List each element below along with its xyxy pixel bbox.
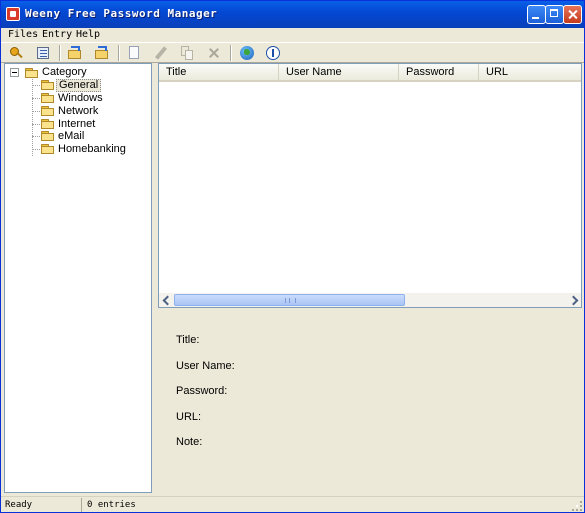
entry-count: 0 entries (87, 500, 136, 510)
horizontal-scrollbar[interactable] (159, 293, 581, 307)
detail-title-label: Title: (176, 334, 200, 346)
tree-connector (32, 136, 40, 137)
app-icon (6, 7, 20, 21)
title-bar[interactable]: Weeny Free Password Manager (1, 1, 584, 28)
maximize-button[interactable] (545, 5, 564, 24)
tree-connector (32, 149, 40, 150)
vertical-splitter[interactable] (155, 63, 157, 493)
column-header-user-name[interactable]: User Name (279, 64, 399, 80)
tree-item-homebanking[interactable]: Homebanking (32, 143, 142, 156)
entry-list[interactable]: Title User Name Password URL (158, 63, 582, 308)
folder-icon (41, 106, 54, 116)
folder-icon (41, 131, 54, 141)
detail-url-label: URL: (176, 411, 202, 423)
column-header-url[interactable]: URL (479, 64, 581, 80)
import-icon[interactable] (67, 45, 83, 61)
tree-item-windows[interactable]: Windows (32, 92, 142, 105)
tree-item-label: eMail (58, 130, 85, 142)
key-icon[interactable] (8, 45, 24, 61)
scrollbar-thumb[interactable] (174, 294, 405, 306)
delete-icon[interactable] (206, 45, 222, 61)
list-header: Title User Name Password URL (159, 64, 581, 82)
tree-item-general[interactable]: General (32, 79, 142, 92)
grip-icon (285, 298, 296, 303)
menu-bar: Files Entry Help (1, 28, 584, 42)
menu-entry[interactable]: Entry (40, 28, 74, 41)
category-tree[interactable]: Category General Windows Network Interne… (4, 63, 152, 493)
tree-connector (32, 85, 40, 86)
tree-connector (32, 124, 40, 125)
list-icon[interactable] (35, 45, 51, 61)
tree-item-label: General (56, 79, 102, 92)
folder-icon (41, 144, 54, 154)
resize-grip-icon[interactable] (573, 502, 583, 512)
info-icon[interactable] (265, 45, 281, 61)
export-icon[interactable] (94, 45, 110, 61)
collapse-icon[interactable] (10, 68, 19, 77)
app-window: Weeny Free Password Manager Files Entry … (0, 0, 585, 513)
folder-icon (41, 119, 54, 129)
web-icon[interactable] (239, 45, 255, 61)
tree-item-email[interactable]: eMail (32, 130, 142, 143)
tree-item-label: Network (58, 105, 99, 117)
menu-files[interactable]: Files (6, 28, 40, 41)
minimize-button[interactable] (527, 5, 546, 24)
toolbar-separator (230, 45, 232, 61)
edit-icon[interactable] (153, 45, 169, 61)
tree-item-label: Windows (58, 92, 103, 104)
scroll-right-icon[interactable] (567, 293, 581, 307)
tree-item-network[interactable]: Network (32, 105, 142, 118)
toolbar (1, 42, 584, 63)
menu-help[interactable]: Help (74, 28, 102, 41)
new-entry-icon[interactable] (126, 45, 142, 61)
folder-icon (41, 80, 54, 90)
folder-icon (41, 93, 54, 103)
copy-icon[interactable] (179, 45, 195, 61)
detail-note-label: Note: (176, 436, 203, 448)
column-header-password[interactable]: Password (399, 64, 479, 80)
entry-details: Title: User Name: Password: URL: Note: (158, 313, 582, 493)
detail-password-label: Password: (176, 385, 228, 397)
folder-open-icon (25, 68, 38, 78)
detail-user-name-label: User Name: (176, 360, 235, 372)
toolbar-separator (59, 45, 61, 61)
tree-connector (32, 98, 40, 99)
scroll-left-icon[interactable] (159, 293, 173, 307)
window-title: Weeny Free Password Manager (25, 7, 218, 20)
toolbar-separator (118, 45, 120, 61)
tree-connector (32, 111, 40, 112)
column-header-title[interactable]: Title (159, 64, 279, 80)
status-text: Ready (1, 498, 82, 512)
close-button[interactable] (563, 5, 582, 24)
tree-root-label: Category (42, 66, 87, 78)
status-bar: Ready 0 entries (1, 496, 584, 512)
tree-item-label: Homebanking (58, 143, 126, 155)
